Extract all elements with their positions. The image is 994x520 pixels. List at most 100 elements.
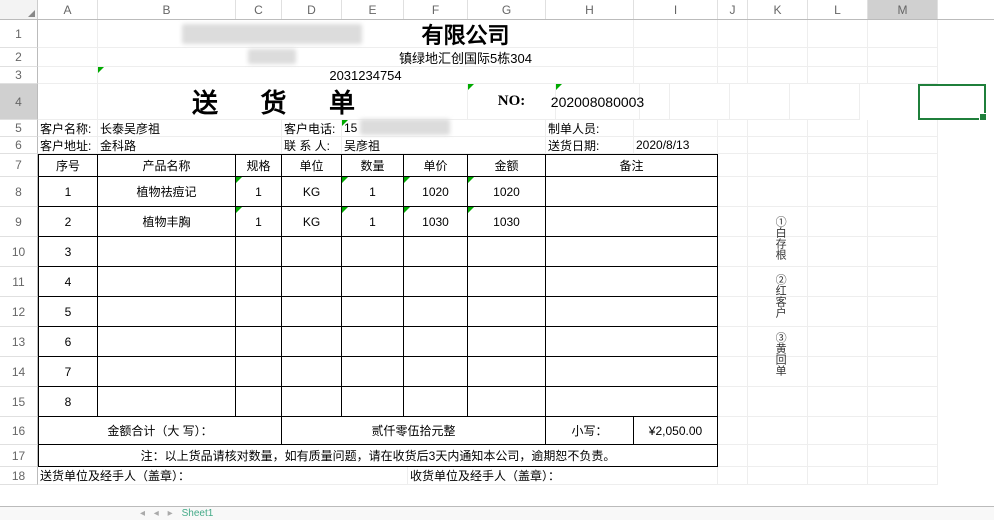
cell-qty[interactable]: 1 — [342, 207, 404, 237]
cell-qty[interactable]: 1 — [342, 177, 404, 207]
cell-price[interactable] — [404, 297, 468, 327]
cell-name[interactable] — [98, 387, 236, 417]
tab-nav-icons[interactable]: ◂ ◂ ▸ — [140, 508, 176, 519]
cell-seq[interactable]: 6 — [38, 327, 98, 357]
cell-qty[interactable] — [342, 237, 404, 267]
cell-amount[interactable] — [468, 327, 546, 357]
cell-amount[interactable] — [468, 387, 546, 417]
cell-qty[interactable] — [342, 297, 404, 327]
contact-value[interactable]: 吴彦祖 — [342, 137, 546, 154]
cell-remark[interactable] — [546, 327, 718, 357]
cust-name-value[interactable]: 长泰吴彦祖 — [98, 120, 282, 137]
cell-name[interactable]: 植物丰胸 — [98, 207, 236, 237]
col-E[interactable]: E — [342, 0, 404, 19]
sheet-tabs[interactable]: ◂ ◂ ▸ Sheet1 — [0, 506, 994, 520]
cell-spec[interactable] — [236, 267, 282, 297]
col-M[interactable]: M — [868, 0, 938, 19]
cell-spec[interactable] — [236, 387, 282, 417]
cell-price[interactable] — [404, 357, 468, 387]
col-B[interactable]: B — [98, 0, 236, 19]
row-8[interactable]: 8 — [0, 177, 38, 207]
cell-seq[interactable]: 3 — [38, 237, 98, 267]
maker-value[interactable] — [634, 120, 718, 137]
cell-name[interactable] — [98, 357, 236, 387]
col-F[interactable]: F — [404, 0, 468, 19]
cell-unit[interactable] — [282, 237, 342, 267]
cell-seq[interactable]: 5 — [38, 297, 98, 327]
cell-amount[interactable] — [468, 357, 546, 387]
col-H[interactable]: H — [546, 0, 634, 19]
cell-remark[interactable] — [546, 177, 718, 207]
cell-price[interactable] — [404, 237, 468, 267]
cell-price[interactable]: 1020 — [404, 177, 468, 207]
col-J[interactable]: J — [718, 0, 748, 19]
row-14[interactable]: 14 — [0, 357, 38, 387]
sheet-tab-1[interactable]: Sheet1 — [182, 508, 214, 519]
cell-qty[interactable] — [342, 387, 404, 417]
cell-amount[interactable] — [468, 237, 546, 267]
select-all-corner[interactable] — [0, 0, 38, 19]
cell-seq[interactable]: 4 — [38, 267, 98, 297]
row-4[interactable]: 4 — [0, 84, 38, 120]
cell-qty[interactable] — [342, 357, 404, 387]
cell-qty[interactable] — [342, 267, 404, 297]
cell-unit[interactable] — [282, 387, 342, 417]
cell-remark[interactable] — [546, 237, 718, 267]
cell-remark[interactable] — [546, 387, 718, 417]
ship-date-value[interactable]: 2020/8/13 — [634, 137, 718, 154]
col-I[interactable]: I — [634, 0, 718, 19]
cell-name[interactable] — [98, 297, 236, 327]
cell-seq[interactable]: 1 — [38, 177, 98, 207]
row-6[interactable]: 6 — [0, 137, 38, 154]
col-K[interactable]: K — [748, 0, 808, 19]
cell-amount[interactable]: 1020 — [468, 177, 546, 207]
row-12[interactable]: 12 — [0, 297, 38, 327]
cell-qty[interactable] — [342, 327, 404, 357]
cell-spec[interactable] — [236, 357, 282, 387]
row-7[interactable]: 7 — [0, 154, 38, 177]
cell-name[interactable]: 植物祛痘记 — [98, 177, 236, 207]
cell-spec[interactable]: 1 — [236, 177, 282, 207]
cust-addr-value[interactable]: 金科路 — [98, 137, 282, 154]
row-11[interactable]: 11 — [0, 267, 38, 297]
col-G[interactable]: G — [468, 0, 546, 19]
col-L[interactable]: L — [808, 0, 868, 19]
cell-name[interactable] — [98, 237, 236, 267]
row-9[interactable]: 9 — [0, 207, 38, 237]
cell-seq[interactable]: 2 — [38, 207, 98, 237]
row-16[interactable]: 16 — [0, 417, 38, 445]
cell-seq[interactable]: 8 — [38, 387, 98, 417]
row-18[interactable]: 18 — [0, 467, 38, 485]
cell-spec[interactable] — [236, 237, 282, 267]
cell-price[interactable] — [404, 327, 468, 357]
cell-unit[interactable] — [282, 297, 342, 327]
cell-name[interactable] — [98, 267, 236, 297]
cell-spec[interactable] — [236, 297, 282, 327]
cell-unit[interactable]: KG — [282, 177, 342, 207]
col-D[interactable]: D — [282, 0, 342, 19]
cell-price[interactable] — [404, 387, 468, 417]
row-17[interactable]: 17 — [0, 445, 38, 467]
cell-unit[interactable]: KG — [282, 207, 342, 237]
cell-name[interactable] — [98, 327, 236, 357]
cell-remark[interactable] — [546, 357, 718, 387]
cell-remark[interactable] — [546, 207, 718, 237]
row-5[interactable]: 5 — [0, 120, 38, 137]
cell-price[interactable] — [404, 267, 468, 297]
cell-amount[interactable] — [468, 297, 546, 327]
cell-seq[interactable]: 7 — [38, 357, 98, 387]
cell-amount[interactable]: 1030 — [468, 207, 546, 237]
cell-unit[interactable] — [282, 267, 342, 297]
col-A[interactable]: A — [38, 0, 98, 19]
cell-unit[interactable] — [282, 357, 342, 387]
cell-remark[interactable] — [546, 267, 718, 297]
row-15[interactable]: 15 — [0, 387, 38, 417]
cell-amount[interactable] — [468, 267, 546, 297]
row-1[interactable]: 1 — [0, 20, 38, 48]
cell-remark[interactable] — [546, 297, 718, 327]
row-10[interactable]: 10 — [0, 237, 38, 267]
row-13[interactable]: 13 — [0, 327, 38, 357]
cust-phone-value[interactable]: 15 — [342, 120, 546, 137]
col-C[interactable]: C — [236, 0, 282, 19]
cell-spec[interactable] — [236, 327, 282, 357]
